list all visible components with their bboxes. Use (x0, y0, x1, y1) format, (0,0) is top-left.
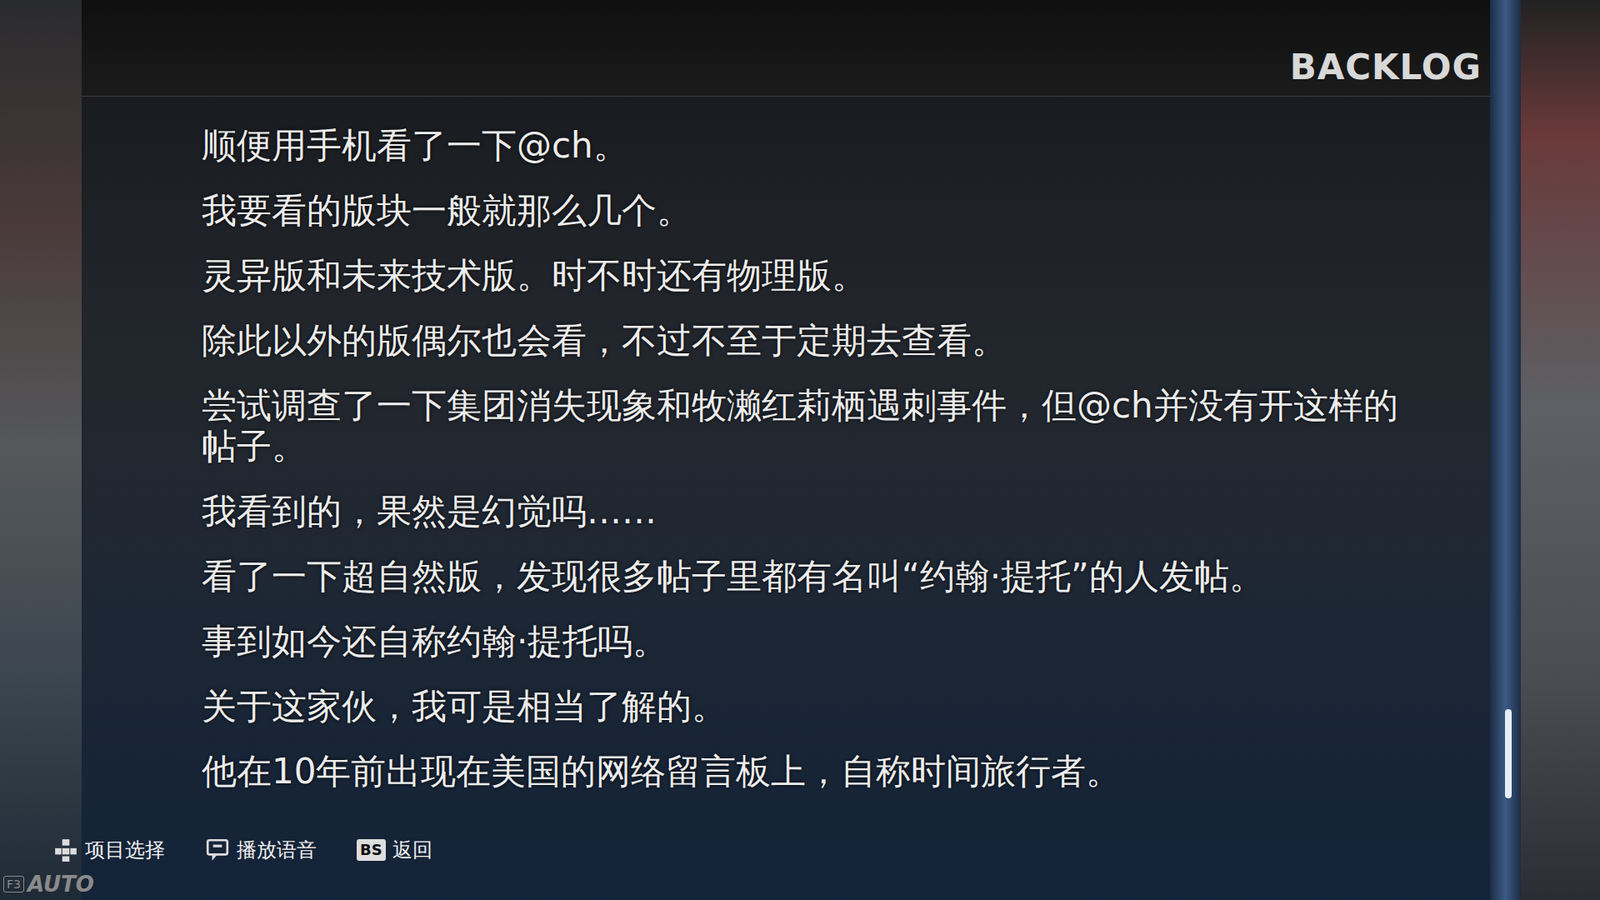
background-scene-right (1520, 0, 1600, 900)
voice-icon (205, 837, 230, 863)
backlog-screen: BACKLOG 顺便用手机看了一下@ch。我要看的版块一般就那么几个。灵异版和未来… (0, 0, 1600, 900)
auto-mode[interactable]: F3AUTO (3, 871, 95, 897)
dpad-icon (53, 837, 79, 863)
backlog-line[interactable]: 我看到的，果然是幻觉吗…… (201, 490, 1424, 532)
key-icon: BS (356, 839, 386, 861)
scrollbar-track[interactable] (1496, 3, 1515, 897)
control-hint[interactable]: BS 返回 (356, 836, 433, 864)
hint-label: 返回 (392, 836, 433, 864)
scrollbar[interactable] (1490, 0, 1521, 900)
control-hint[interactable]: 播放语音 (205, 836, 317, 864)
backlog-line[interactable]: 看了一下超自然版，发现很多帖子里都有名叫“约翰·提托”的人发帖。 (201, 555, 1424, 597)
mode-label: AUTO (27, 871, 95, 897)
control-hints: 项目选择 播放语音 BS 返回 (53, 836, 433, 864)
backlog-line[interactable]: 事到如今还自称约翰·提托吗。 (201, 620, 1424, 662)
header-bar: BACKLOG (81, 0, 1490, 97)
backlog-panel: BACKLOG 顺便用手机看了一下@ch。我要看的版块一般就那么几个。灵异版和未来… (81, 0, 1490, 900)
backlog-line[interactable]: 尝试调查了一下集团消失现象和牧濑红莉栖遇刺事件，但@ch并没有开这样的帖子。 (201, 385, 1424, 467)
backlog-line[interactable]: 灵异版和未来技术版。时不时还有物理版。 (201, 255, 1424, 296)
mode-key: F3 (3, 875, 25, 893)
backlog-line[interactable]: 他在10年前出现在美国的网络留言板上，自称时间旅行者。 (201, 750, 1424, 792)
background-scene (0, 0, 82, 900)
hint-label: 项目选择 (85, 836, 165, 864)
backlog-list[interactable]: 顺便用手机看了一下@ch。我要看的版块一般就那么几个。灵异版和未来技术版。时不时… (81, 96, 1490, 792)
backlog-line[interactable]: 除此以外的版偶尔也会看，不过不至于定期去查看。 (201, 320, 1424, 361)
backlog-line[interactable]: 顺便用手机看了一下@ch。 (201, 125, 1424, 166)
hint-label: 播放语音 (236, 836, 317, 864)
backlog-line[interactable]: 关于这家伙，我可是相当了解的。 (201, 685, 1424, 727)
control-hint[interactable]: 项目选择 (53, 836, 165, 864)
backlog-line[interactable]: 我要看的版块一般就那么几个。 (201, 190, 1424, 231)
backlog-title: BACKLOG (1290, 46, 1482, 88)
scrollbar-thumb[interactable] (1505, 709, 1512, 799)
